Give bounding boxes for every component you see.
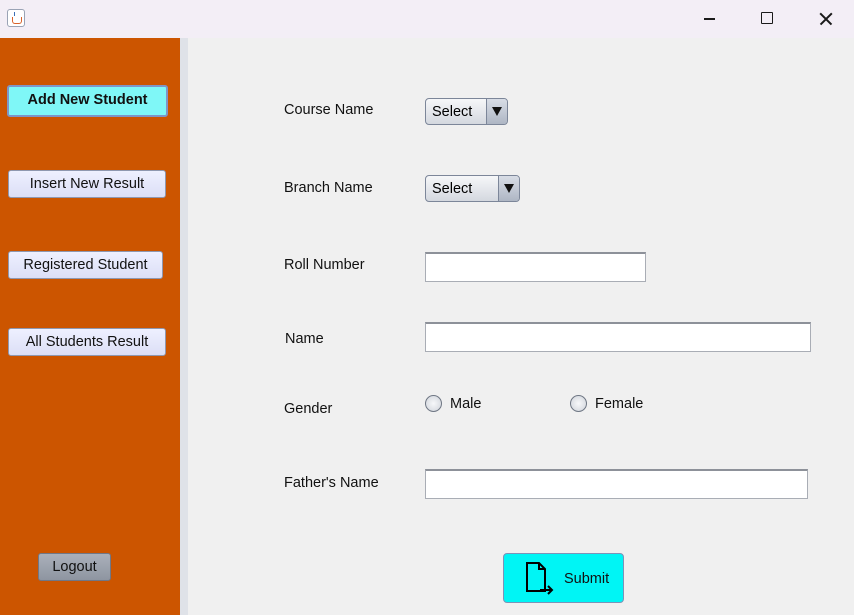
gender-label: Gender xyxy=(284,401,333,417)
minimize-button[interactable] xyxy=(680,0,738,38)
chevron-down-icon[interactable] xyxy=(486,99,507,124)
course-name-label: Course Name xyxy=(284,102,374,118)
maximize-button[interactable] xyxy=(738,0,796,38)
insert-new-result-button[interactable]: Insert New Result xyxy=(8,170,166,198)
name-label: Name xyxy=(285,331,324,347)
roll-number-field[interactable] xyxy=(425,252,646,282)
roll-number-label: Roll Number xyxy=(284,257,365,273)
course-select-value: Select xyxy=(432,104,473,120)
logout-button[interactable]: Logout xyxy=(38,553,111,581)
branch-select-value: Select xyxy=(432,181,473,197)
java-cup-icon[interactable] xyxy=(7,9,25,27)
submit-button[interactable]: Submit xyxy=(503,553,624,603)
branch-name-label: Branch Name xyxy=(284,180,373,196)
female-radio[interactable] xyxy=(570,395,587,412)
fathers-name-field[interactable] xyxy=(425,469,808,499)
course-select[interactable]: Select xyxy=(425,98,508,125)
submit-label: Submit xyxy=(564,571,610,587)
male-radio-label[interactable]: Male xyxy=(450,396,481,412)
registered-student-button[interactable]: Registered Student xyxy=(8,251,163,279)
sidebar-divider xyxy=(180,38,188,615)
branch-select[interactable]: Select xyxy=(425,175,520,202)
chevron-down-icon[interactable] xyxy=(498,176,519,201)
sidebar xyxy=(0,38,180,615)
title-bar xyxy=(0,0,854,38)
close-button[interactable] xyxy=(796,0,854,38)
add-new-student-button[interactable]: Add New Student xyxy=(7,85,168,117)
female-radio-label[interactable]: Female xyxy=(595,396,643,412)
name-field[interactable] xyxy=(425,322,811,352)
all-students-result-button[interactable]: All Students Result xyxy=(8,328,166,356)
fathers-name-label: Father's Name xyxy=(284,475,379,491)
male-radio[interactable] xyxy=(425,395,442,412)
document-export-icon xyxy=(526,562,554,595)
